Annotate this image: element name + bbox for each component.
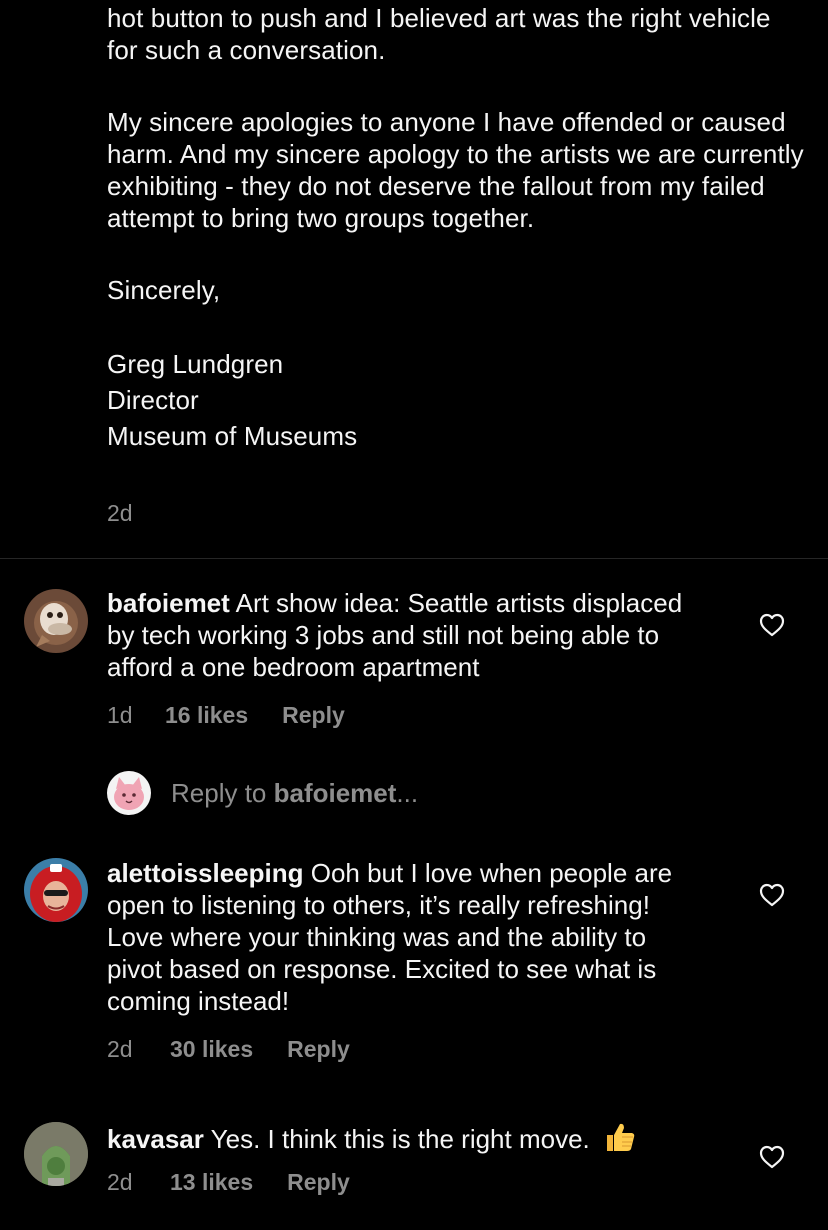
avatar[interactable] [24, 1122, 88, 1186]
comment-text: alettoissleeping Ooh but I love when peo… [107, 857, 707, 1017]
avatar [107, 771, 151, 815]
comment-text: kavasar Yes. I think this is the right m… [107, 1120, 707, 1155]
reply-composer[interactable]: Reply to bafoiemet... [107, 770, 418, 816]
avatar[interactable] [24, 858, 88, 922]
heart-outline-icon[interactable] [759, 1145, 785, 1169]
caption-paragraph: My sincere apologies to anyone I have of… [107, 107, 804, 233]
post-caption: hot button to push and I believed art wa… [107, 2, 807, 454]
divider [0, 558, 828, 559]
heart-outline-icon[interactable] [759, 883, 785, 907]
heart-outline-icon[interactable] [759, 613, 785, 637]
comment-time: 2d [107, 1169, 133, 1195]
caption-paragraph: hot button to push and I believed art wa… [107, 3, 771, 65]
pink-cat-avatar-icon [107, 771, 151, 815]
comment-username[interactable]: kavasar [107, 1124, 204, 1154]
signature-organization: Museum of Museums [107, 421, 358, 451]
red-hood-photo-avatar-icon [24, 858, 88, 922]
signature-name: Greg Lundgren [107, 349, 284, 379]
comment-meta: 1d 16 likes Reply [107, 701, 345, 729]
comment-time: 1d [107, 702, 133, 728]
reply-mention: bafoiemet [273, 777, 397, 808]
comment-likes[interactable]: 13 likes [170, 1168, 253, 1196]
comment-likes[interactable]: 30 likes [170, 1035, 253, 1063]
avatar[interactable] [24, 589, 88, 653]
reply-suffix: ... [396, 777, 419, 808]
comments-screen: hot button to push and I believed art wa… [0, 0, 828, 1230]
reply-button[interactable]: Reply [287, 1168, 350, 1196]
thumbs-up-emoji-icon [607, 1123, 635, 1151]
brown-cartoon-avatar-icon [24, 589, 88, 653]
comment-username[interactable]: alettoissleeping [107, 858, 304, 888]
stone-arch-photo-avatar-icon [24, 1122, 88, 1186]
reply-button[interactable]: Reply [282, 701, 345, 729]
reply-prefix: Reply to [171, 777, 274, 808]
comment-time: 2d [107, 1036, 133, 1062]
reply-placeholder[interactable]: Reply to bafoiemet... [171, 778, 418, 809]
caption-signature: Greg Lundgren Director Museum of Museums [107, 346, 807, 454]
signature-title: Director [107, 385, 199, 415]
comment-meta: 2d 30 likes Reply [107, 1035, 350, 1063]
reply-button[interactable]: Reply [287, 1035, 350, 1063]
comment-body: Yes. I think this is the right move. [210, 1124, 590, 1154]
comment-username[interactable]: bafoiemet [107, 588, 230, 618]
caption-timestamp: 2d [107, 500, 133, 526]
comment-text: bafoiemet Art show idea: Seattle artists… [107, 587, 707, 683]
comment-meta: 2d 13 likes Reply [107, 1168, 350, 1196]
caption-paragraph: Sincerely, [107, 275, 221, 305]
comment-likes[interactable]: 16 likes [165, 701, 248, 729]
